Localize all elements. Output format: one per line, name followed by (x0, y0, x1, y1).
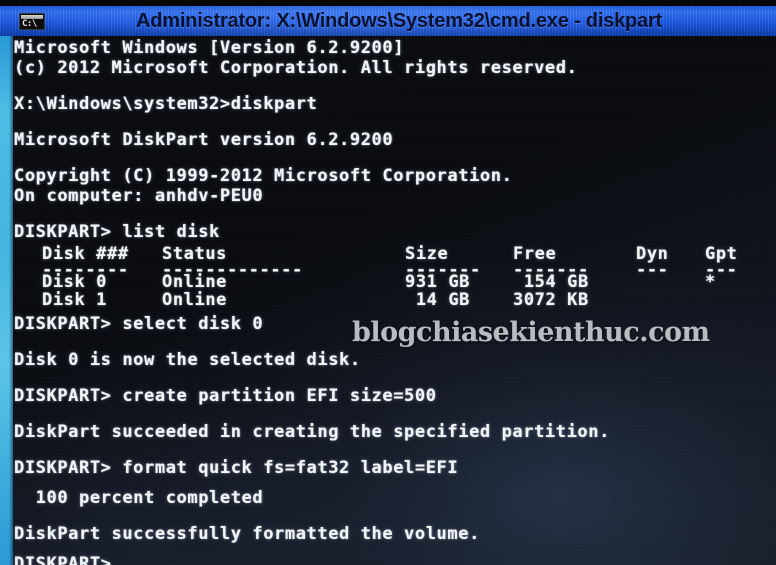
disk-table-row-0-size: 931 GB (405, 272, 471, 292)
disk-table-row-1-size: 14 GB (405, 290, 471, 310)
console-line-diskpart-copyright: Copyright (C) 1999-2012 Microsoft Corpor… (14, 166, 513, 186)
console-line-diskpart-version: Microsoft DiskPart version 6.2.9200 (14, 130, 394, 150)
window-titlebar[interactable]: C:\ Administrator: X:\Windows\System32\c… (0, 6, 776, 36)
console-line-prompt-final: DISKPART> (14, 554, 112, 565)
disk-table-row-1-disk: Disk 1 (42, 290, 108, 310)
console-line-prompt-diskpart: X:\Windows\system32>diskpart (14, 94, 318, 114)
console-line-cmd-create-part: DISKPART> create partition EFI size=500 (14, 386, 437, 406)
console-line-out-selected-disk: Disk 0 is now the selected disk. (14, 350, 361, 370)
console-line-win-copyright: (c) 2012 Microsoft Corporation. All righ… (14, 58, 578, 78)
console-line-out-create-ok: DiskPart succeeded in creating the speci… (14, 422, 610, 442)
disk-table-row-0-free: 154 GB (513, 272, 589, 292)
console-line-win-version: Microsoft Windows [Version 6.2.9200] (14, 38, 405, 58)
disk-table-rule-dyn: --- (636, 260, 669, 280)
window-title: Administrator: X:\Windows\System32\cmd.e… (135, 10, 663, 32)
console-line-cmd-select-disk: DISKPART> select disk 0 (14, 314, 264, 334)
console-line-out-percent: 100 percent completed (14, 488, 264, 508)
console-output-area[interactable]: Microsoft Windows [Version 6.2.9200] (c) … (0, 36, 776, 565)
disk-table-row-1-status: Online (162, 290, 228, 310)
console-line-cmd-format: DISKPART> format quick fs=fat32 label=EF… (14, 458, 459, 478)
console-line-cmd-list-disk: DISKPART> list disk (14, 222, 220, 242)
disk-table-row-0-disk: Disk 0 (42, 272, 108, 292)
console-line-out-format-ok: DiskPart successfully formatted the volu… (14, 524, 480, 544)
disk-table-row-0-gpt: * (705, 272, 716, 292)
disk-table-row-1-free: 3072 KB (513, 290, 589, 310)
console-window-screenshot: C:\ Administrator: X:\Windows\System32\c… (0, 0, 776, 565)
disk-table-row-0-status: Online (162, 272, 228, 292)
console-line-on-computer: On computer: anhdv-PEU0 (14, 186, 264, 206)
